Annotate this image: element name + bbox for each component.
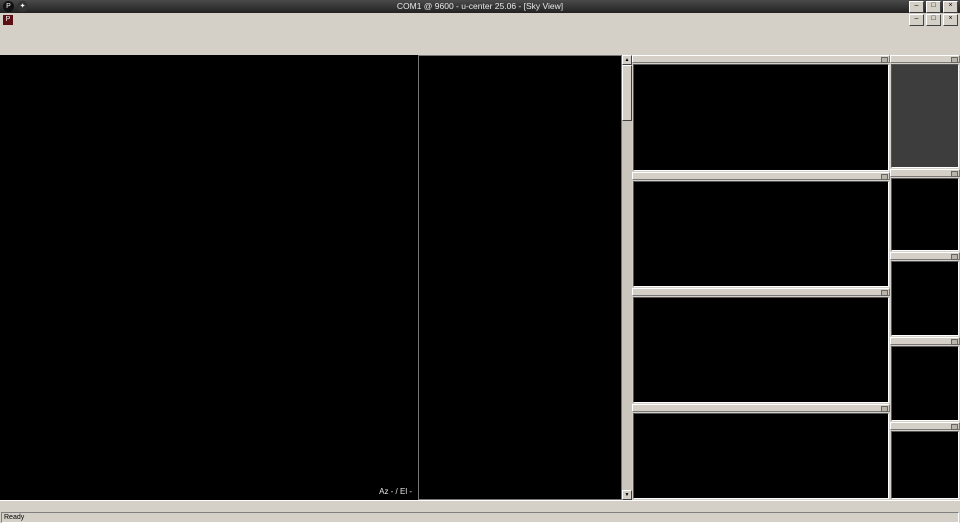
player-toolbar xyxy=(0,40,960,56)
list-scrollbar[interactable]: ▲ ▼ xyxy=(622,55,632,500)
scrollbar-thumb[interactable] xyxy=(622,65,632,121)
status-bar: Ready xyxy=(0,511,960,523)
altimeter-panel xyxy=(890,337,960,422)
world-position-map[interactable] xyxy=(633,297,889,403)
maximize-button[interactable]: □ xyxy=(926,1,941,13)
status-ready: Ready xyxy=(1,512,959,523)
data-panel-grip[interactable] xyxy=(890,55,960,63)
compass-gauge xyxy=(891,178,959,251)
window-title: COM1 @ 9600 - u-center 25.06 - [Sky View… xyxy=(0,1,960,11)
navigation-data xyxy=(891,64,959,168)
close-button[interactable]: × xyxy=(943,1,958,13)
signal-bar-chart[interactable] xyxy=(633,181,889,287)
minimize-button[interactable]: – xyxy=(909,1,924,13)
satellite-ground-track-map[interactable] xyxy=(633,413,889,499)
compass-panel-grip[interactable] xyxy=(890,169,960,177)
u-center-window: P ✦ COM1 @ 9600 - u-center 25.06 - [Sky … xyxy=(0,0,960,523)
child-restore-button[interactable]: □ xyxy=(926,14,941,26)
sky-view[interactable]: Az - / El - xyxy=(0,55,418,500)
scroll-up-icon[interactable]: ▲ xyxy=(622,55,632,65)
title-bar: P ✦ COM1 @ 9600 - u-center 25.06 - [Sky … xyxy=(0,0,960,13)
mini-sky-panel-grip[interactable] xyxy=(632,55,890,63)
position-map-panel-grip[interactable] xyxy=(632,288,890,296)
speed-gauge xyxy=(891,261,959,336)
satellite-signal-list[interactable] xyxy=(418,55,622,500)
satellite-map-panel-grip[interactable] xyxy=(632,404,890,412)
position-map-panel xyxy=(632,288,890,404)
main-toolbar xyxy=(0,26,960,41)
scroll-down-icon[interactable]: ▼ xyxy=(622,490,632,500)
altimeter-panel-grip[interactable] xyxy=(890,337,960,345)
data-panel xyxy=(890,55,960,169)
compass-panel xyxy=(890,169,960,252)
altitude-gauge xyxy=(891,346,959,421)
main-area: Az - / El - ▲ ▼ xyxy=(0,55,960,500)
child-close-button[interactable]: × xyxy=(943,14,958,26)
mini-sky-view[interactable] xyxy=(633,64,889,171)
azimuth-elevation-readout: Az - / El - xyxy=(379,487,412,496)
mini-sky-panel xyxy=(632,55,890,172)
signal-chart-panel-grip[interactable] xyxy=(632,172,890,180)
child-window-icon[interactable]: P xyxy=(3,15,13,25)
child-minimize-button[interactable]: – xyxy=(909,14,924,26)
clock-panel-grip[interactable] xyxy=(890,422,960,430)
signal-chart-panel xyxy=(632,172,890,288)
satellite-map-panel xyxy=(632,404,890,500)
speed-panel xyxy=(890,252,960,337)
menu-bar: P – □ × xyxy=(0,13,960,27)
speed-panel-grip[interactable] xyxy=(890,252,960,260)
clock-panel xyxy=(890,422,960,500)
utc-clock xyxy=(891,431,959,499)
